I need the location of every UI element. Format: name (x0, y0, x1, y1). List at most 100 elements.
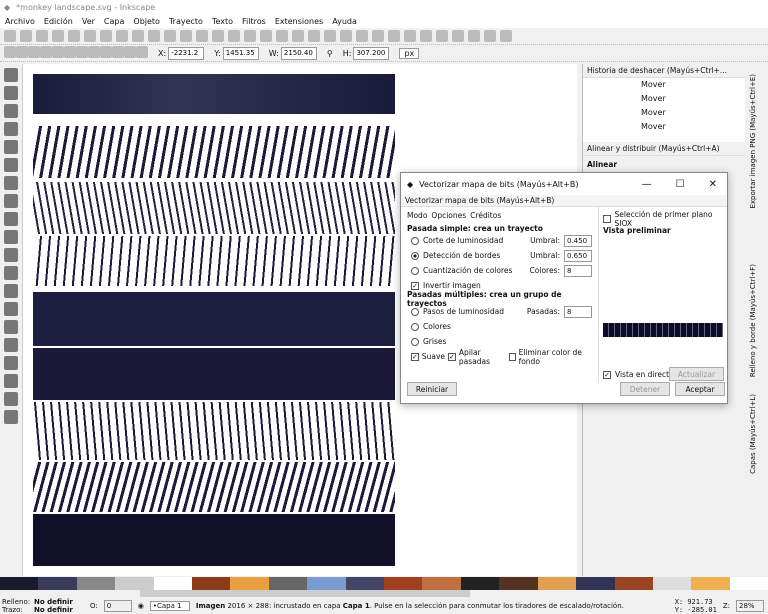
stop-button[interactable]: Detener (620, 382, 670, 396)
colors-radio[interactable] (411, 322, 419, 331)
palette-swatch[interactable] (345, 577, 385, 590)
history-item[interactable]: Mover (641, 120, 745, 134)
tool-icon[interactable] (4, 230, 18, 244)
tool-icon[interactable] (4, 104, 18, 118)
tool-icon[interactable] (4, 86, 18, 100)
tool-icon[interactable] (4, 158, 18, 172)
tool-icon[interactable] (4, 320, 18, 334)
select-tool-option-icon[interactable] (136, 46, 148, 58)
toolbar-command-icon[interactable] (84, 30, 96, 42)
tab-options[interactable]: Opciones (431, 211, 466, 220)
tab-export-png[interactable]: Exportar imagen PNG (Mayús+Ctrl+E) (749, 74, 757, 209)
toolbar-command-icon[interactable] (436, 30, 448, 42)
toolbar-command-icon[interactable] (20, 30, 32, 42)
palette-swatch[interactable] (192, 577, 231, 590)
tab-credits[interactable]: Créditos (470, 211, 501, 220)
live-preview-checkbox[interactable]: ✓ (603, 370, 611, 379)
palette-swatch[interactable] (729, 577, 768, 590)
menu-filtros[interactable]: Filtros (242, 17, 266, 26)
toolbar-command-icon[interactable] (484, 30, 496, 42)
palette-swatch[interactable] (115, 577, 154, 590)
fill-value[interactable]: No definir (34, 598, 84, 606)
zoom-input[interactable]: 28% (736, 600, 764, 612)
toolbar-command-icon[interactable] (228, 30, 240, 42)
select-tool-option-icon[interactable] (100, 46, 112, 58)
palette-swatch[interactable] (153, 577, 193, 590)
ok-button[interactable]: Aceptar (675, 382, 725, 396)
tool-icon[interactable] (4, 338, 18, 352)
select-tool-option-icon[interactable] (52, 46, 64, 58)
toolbar-command-icon[interactable] (468, 30, 480, 42)
history-item[interactable]: Mover (641, 78, 745, 92)
layer-select[interactable]: •Capa 1 (149, 601, 190, 611)
select-tool-option-icon[interactable] (28, 46, 40, 58)
toolbar-command-icon[interactable] (52, 30, 64, 42)
palette-swatch[interactable] (384, 577, 423, 590)
toolbar-command-icon[interactable] (404, 30, 416, 42)
toolbar-command-icon[interactable] (308, 30, 320, 42)
select-tool-option-icon[interactable] (40, 46, 52, 58)
tool-icon[interactable] (4, 284, 18, 298)
tool-icon[interactable] (4, 410, 18, 424)
minimize-icon[interactable]: — (642, 179, 652, 190)
toolbar-command-icon[interactable] (452, 30, 464, 42)
stroke-value[interactable]: No definir (34, 606, 84, 614)
menu-ver[interactable]: Ver (82, 17, 95, 26)
tool-icon[interactable] (4, 392, 18, 406)
palette-swatch[interactable] (537, 577, 577, 590)
smooth-checkbox[interactable]: ✓ (411, 352, 419, 361)
palette-swatch[interactable] (307, 577, 346, 590)
close-icon[interactable]: ✕ (709, 179, 717, 190)
lock-icon[interactable]: ⚲ (327, 49, 333, 58)
y-input[interactable] (222, 46, 259, 60)
menu-extensiones[interactable]: Extensiones (275, 17, 323, 26)
select-tool-option-icon[interactable] (16, 46, 28, 58)
toolbar-command-icon[interactable] (420, 30, 432, 42)
tool-icon[interactable] (4, 248, 18, 262)
palette-swatch[interactable] (230, 577, 269, 590)
select-tool-option-icon[interactable] (4, 46, 16, 58)
palette-swatch[interactable] (422, 577, 461, 590)
menu-trayecto[interactable]: Trayecto (169, 17, 203, 26)
tool-icon[interactable] (4, 68, 18, 82)
select-tool-option-icon[interactable] (124, 46, 136, 58)
palette-swatch[interactable] (76, 577, 116, 590)
layer-visibility-icon[interactable]: ◉ (138, 602, 144, 610)
toolbar-command-icon[interactable] (324, 30, 336, 42)
toolbar-command-icon[interactable] (4, 30, 16, 42)
palette-swatch[interactable] (576, 577, 615, 590)
toolbar-command-icon[interactable] (340, 30, 352, 42)
tab-fill-stroke[interactable]: Relleno y borde (Mayús+Ctrl+F) (749, 264, 757, 377)
edge-detection-radio[interactable] (411, 251, 419, 260)
tool-icon[interactable] (4, 194, 18, 208)
tool-icon[interactable] (4, 176, 18, 190)
toolbar-command-icon[interactable] (372, 30, 384, 42)
toolbar-command-icon[interactable] (100, 30, 112, 42)
stack-checkbox[interactable]: ✓ (448, 352, 456, 361)
tab-layers[interactable]: Capas (Mayús+Ctrl+L) (749, 394, 757, 474)
toolbar-command-icon[interactable] (276, 30, 288, 42)
tool-icon[interactable] (4, 302, 18, 316)
tab-mode[interactable]: Modo (407, 211, 427, 220)
opacity-input[interactable]: 0 (103, 600, 132, 612)
edge-threshold-input[interactable]: 0.650 (564, 249, 592, 262)
history-item[interactable]: Mover (641, 106, 745, 120)
maximize-icon[interactable]: ☐ (676, 179, 685, 190)
w-input[interactable] (280, 46, 317, 60)
select-tool-option-icon[interactable] (88, 46, 100, 58)
reset-button[interactable]: Reiniciar (407, 382, 457, 396)
toolbar-command-icon[interactable] (244, 30, 256, 42)
toolbar-command-icon[interactable] (148, 30, 160, 42)
grays-radio[interactable] (411, 337, 419, 346)
tool-icon[interactable] (4, 212, 18, 226)
tool-icon[interactable] (4, 266, 18, 280)
toolbar-command-icon[interactable] (196, 30, 208, 42)
palette-swatch[interactable] (614, 577, 653, 590)
palette-swatch[interactable] (691, 577, 730, 590)
toolbar-command-icon[interactable] (212, 30, 224, 42)
select-tool-option-icon[interactable] (112, 46, 124, 58)
palette-swatch[interactable] (38, 577, 77, 590)
palette-swatch[interactable] (460, 577, 500, 590)
select-tool-option-icon[interactable] (64, 46, 76, 58)
brightness-threshold-input[interactable]: 0.450 (564, 234, 592, 247)
